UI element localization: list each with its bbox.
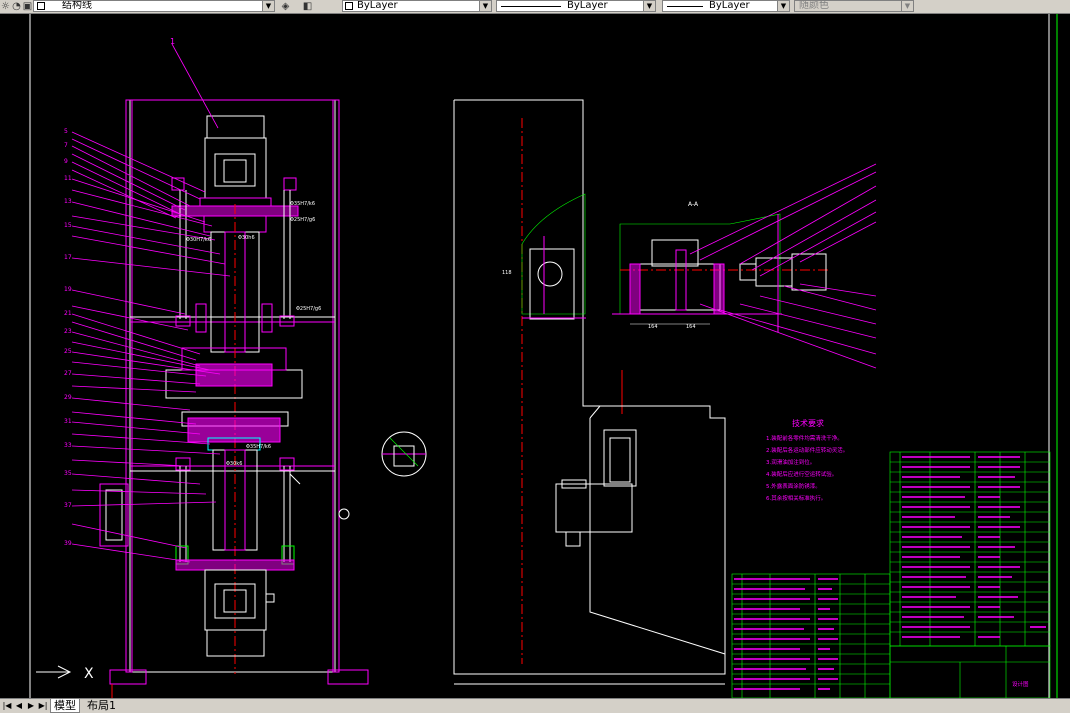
layer-state-icon[interactable]: ☼ — [0, 1, 11, 12]
dim-label: Φ30k6 — [226, 461, 242, 467]
chevron-down-icon[interactable]: ▼ — [479, 1, 491, 11]
svg-text:31: 31 — [64, 418, 72, 425]
dim-label: 164 — [648, 324, 658, 330]
section-a-a: A-A 164 164 — [612, 163, 877, 369]
layout-tab-bar: |◀ ◀ ▶ ▶| 模型 布局1 — [0, 698, 1070, 713]
lock-icon[interactable]: ▣ — [22, 1, 33, 12]
linetype-dropdown[interactable]: ByLayer ▼ — [496, 0, 656, 12]
dim-label: 164 — [686, 324, 696, 330]
svg-text:15: 15 — [64, 222, 72, 229]
tech-line: 5.外露表面涂防锈漆。 — [766, 482, 821, 490]
tech-line: 1.装配前各零件均需清洗干净。 — [766, 434, 843, 442]
tab-model[interactable]: 模型 — [50, 699, 80, 713]
layer-name: 结构线 — [62, 0, 92, 11]
svg-text:11: 11 — [64, 175, 72, 182]
layer-properties-toolbar: ☼ ◔ ▣ 结构线 ▼ ◈ ◧ ByLayer ▼ ByLayer ▼ ByLa… — [0, 0, 1070, 14]
dim-label: Φ30H7/k6 — [186, 237, 211, 243]
svg-text:17: 17 — [64, 254, 72, 261]
svg-text:13: 13 — [64, 198, 72, 205]
svg-text:25: 25 — [64, 348, 72, 355]
tech-line: 6.其余按相关标准执行。 — [766, 494, 826, 502]
chevron-down-icon: ▼ — [901, 1, 913, 11]
svg-text:X: X — [84, 666, 94, 682]
svg-text:37: 37 — [64, 502, 72, 509]
title-block-text: 设计图 — [1012, 680, 1029, 688]
layer-previous-icon[interactable]: ◧ — [302, 1, 313, 12]
color-swatch — [345, 2, 353, 10]
svg-text:23: 23 — [64, 328, 72, 335]
layer-color-swatch — [37, 2, 45, 10]
prev-tab-icon[interactable]: ◀ — [14, 700, 24, 711]
section-label: A-A — [688, 201, 699, 208]
tech-title: 技术要求 — [792, 418, 824, 428]
detail-view — [381, 431, 427, 477]
dim-label: Φ30h6 — [238, 235, 255, 241]
tech-line: 3.润滑油加注到位。 — [766, 458, 815, 466]
chevron-down-icon[interactable]: ▼ — [777, 1, 789, 11]
color-value: ByLayer — [357, 0, 398, 11]
chevron-down-icon[interactable]: ▼ — [262, 1, 274, 11]
layer-dropdown[interactable]: 结构线 ▼ — [33, 0, 275, 12]
svg-text:29: 29 — [64, 394, 72, 401]
first-tab-icon[interactable]: |◀ — [2, 700, 12, 711]
chevron-down-icon[interactable]: ▼ — [643, 1, 655, 11]
drawing-canvas[interactable]: X 1 579 111315 171921 232527 293133 3537… — [0, 14, 1070, 698]
front-view: X 1 579 111315 171921 232527 293133 3537… — [36, 37, 369, 698]
tech-line: 4.装配后应进行空运转试验。 — [766, 470, 837, 478]
tech-line: 2.装配后各运动部件应转动灵活。 — [766, 446, 848, 454]
dim-label: Φ35H7/k6 — [246, 444, 271, 450]
svg-text:9: 9 — [64, 158, 68, 165]
svg-text:27: 27 — [64, 370, 72, 377]
linetype-preview — [501, 6, 561, 7]
plotstyle-dropdown[interactable]: 随颜色 ▼ — [794, 0, 914, 12]
dim-label: 118 — [502, 270, 512, 276]
side-view: 118 — [453, 99, 726, 685]
next-tab-icon[interactable]: ▶ — [26, 700, 36, 711]
svg-text:21: 21 — [64, 310, 72, 317]
lineweight-dropdown[interactable]: ByLayer ▼ — [662, 0, 790, 12]
color-dropdown[interactable]: ByLayer ▼ — [342, 0, 492, 12]
lineweight-preview — [667, 6, 703, 7]
svg-text:35: 35 — [64, 470, 72, 477]
make-current-layer-icon[interactable]: ◈ — [280, 1, 291, 12]
svg-text:7: 7 — [64, 142, 68, 149]
dim-label: Φ25H7/g6 — [290, 217, 315, 223]
plotstyle-value: 随颜色 — [799, 0, 829, 11]
svg-text:39: 39 — [64, 540, 72, 547]
svg-text:19: 19 — [64, 286, 72, 293]
balloon-1: 1 — [170, 37, 175, 46]
tab-layout1[interactable]: 布局1 — [84, 699, 119, 712]
linetype-value: ByLayer — [567, 0, 608, 11]
lineweight-value: ByLayer — [709, 0, 750, 11]
dim-label: Φ35H7/k6 — [290, 201, 315, 207]
dim-label: Φ25H7/g6 — [296, 306, 321, 312]
lightbulb-icon[interactable]: ◔ — [11, 1, 22, 12]
last-tab-icon[interactable]: ▶| — [38, 700, 48, 711]
svg-text:33: 33 — [64, 442, 72, 449]
svg-text:5: 5 — [64, 128, 68, 135]
technical-requirements: 技术要求 1.装配前各零件均需清洗干净。 2.装配后各运动部件应转动灵活。 3.… — [766, 418, 848, 502]
title-block — [889, 645, 1051, 698]
